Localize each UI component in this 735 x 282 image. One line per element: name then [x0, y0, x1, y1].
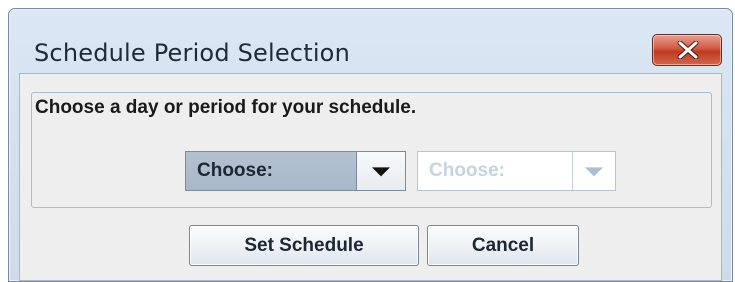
group-legend: Choose a day or period for your schedule… [33, 96, 421, 120]
title-bar[interactable]: Schedule Period Selection [9, 9, 732, 73]
period-value-dropdown: Choose: [417, 151, 616, 191]
window-title: Schedule Period Selection [34, 39, 350, 67]
chevron-down-icon [585, 167, 603, 177]
cancel-button[interactable]: Cancel [427, 225, 579, 266]
period-type-dropdown-button[interactable] [356, 152, 405, 190]
period-type-value: Choose: [186, 152, 356, 190]
period-group-box: Choose a day or period for your schedule… [31, 92, 712, 208]
close-icon [677, 41, 699, 59]
set-schedule-button[interactable]: Set Schedule [189, 225, 419, 266]
period-value-dropdown-button [572, 152, 615, 190]
period-type-dropdown[interactable]: Choose: [185, 151, 406, 191]
dialog-window: Schedule Period Selection Choose a day o… [8, 8, 733, 282]
period-value-value: Choose: [418, 152, 572, 190]
chevron-down-icon [372, 167, 390, 177]
dialog-content: Choose a day or period for your schedule… [19, 73, 722, 281]
close-button[interactable] [652, 34, 722, 66]
